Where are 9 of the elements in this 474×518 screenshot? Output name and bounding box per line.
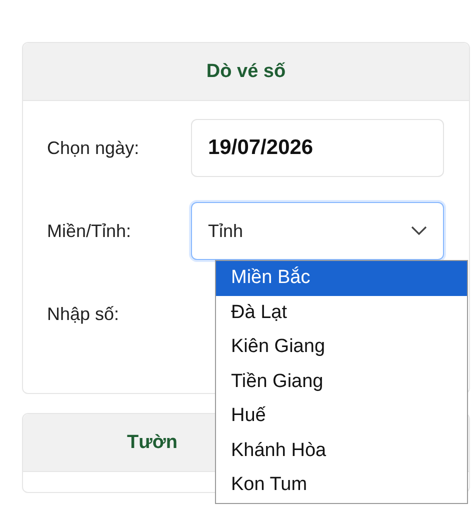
province-select[interactable]: Tỉnh <box>191 202 444 260</box>
field-label: Nhập số: <box>47 304 120 324</box>
chevron-down-icon <box>411 226 427 236</box>
card-title: Tườn <box>127 432 178 454</box>
field-label: Chọn ngày: <box>47 138 140 158</box>
card-title: Dò vé số <box>206 60 286 82</box>
dropdown-option[interactable]: Miền Bắc <box>216 261 467 296</box>
field-label: Miền/Tỉnh: <box>47 220 132 242</box>
date-field[interactable]: 19/07/2026 <box>191 119 444 177</box>
